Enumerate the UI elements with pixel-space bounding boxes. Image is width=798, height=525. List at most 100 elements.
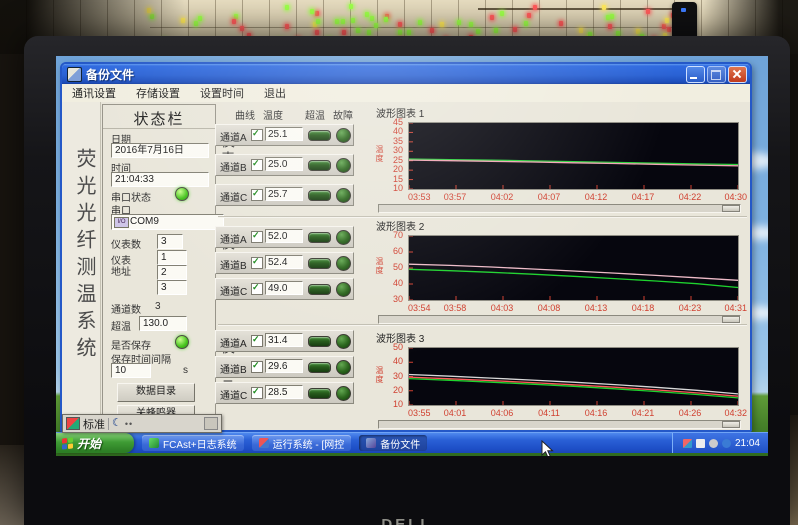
chart-scrollbar[interactable]: [378, 204, 741, 213]
tray-icon-3[interactable]: [709, 439, 718, 448]
start-button[interactable]: 开始: [56, 433, 134, 453]
serial-port-value: COM9: [130, 216, 159, 227]
language-toolbar[interactable]: 标准 ☾ ••: [62, 414, 222, 433]
panel-indicator-led: [285, 24, 289, 29]
channel-count-value: 3: [155, 301, 161, 312]
task-button-fcast[interactable]: FCAst+日志系统: [142, 435, 244, 451]
panel-indicator-led: [398, 30, 402, 35]
panel-indicator-led: [602, 5, 606, 10]
overtemp-led: [308, 336, 331, 347]
maximize-button[interactable]: [707, 66, 726, 83]
channel-row: 通道C 25.7: [215, 184, 354, 206]
channel-row: 通道B 25.0: [215, 154, 354, 176]
title-bar[interactable]: 备份文件: [62, 64, 750, 84]
scrollbar-knob[interactable]: [722, 205, 740, 212]
curve-checkbox[interactable]: [251, 335, 263, 347]
temperature-value: 31.4: [265, 333, 303, 347]
curve-checkbox[interactable]: [251, 361, 263, 373]
panel-indicator-led: [356, 28, 360, 33]
tray-icon-4[interactable]: [722, 439, 731, 448]
panel-indicator-led: [500, 11, 504, 16]
overtemp-value[interactable]: 130.0: [139, 316, 187, 331]
meter-count-value[interactable]: 3: [157, 234, 183, 249]
panel-indicator-led: [316, 19, 320, 24]
status-panel-title: 状态栏: [103, 108, 215, 129]
group-separator: [218, 324, 747, 325]
tray-clock[interactable]: 21:04: [735, 438, 760, 449]
menu-item-comm-settings[interactable]: 通讯设置: [62, 83, 126, 103]
serial-status-led: [175, 187, 189, 201]
panel-indicator-led: [370, 16, 374, 21]
panel-indicator-led: [384, 17, 388, 22]
scrollbar-knob[interactable]: [722, 421, 740, 428]
overtemp-led: [308, 258, 331, 269]
scrollbar-knob[interactable]: [722, 316, 740, 323]
fault-led: [336, 158, 351, 173]
ime-mode-label[interactable]: 标准: [83, 416, 105, 432]
save-label: 是否保存: [111, 337, 151, 352]
divider: [108, 418, 109, 430]
panel-indicator-led: [579, 28, 583, 33]
plot-area: [408, 122, 739, 190]
panel-indicator-led: [367, 30, 371, 35]
meter-addr-2[interactable]: 2: [157, 265, 187, 280]
chart-scrollbar[interactable]: [378, 315, 741, 324]
more-dots-icon[interactable]: ••: [125, 419, 133, 429]
panel-indicator-led: [349, 4, 353, 9]
menu-item-storage-settings[interactable]: 存储设置: [126, 83, 190, 103]
close-button[interactable]: [728, 66, 747, 83]
curve-checkbox[interactable]: [251, 257, 263, 269]
app-icon: [67, 67, 82, 82]
app-icon: [366, 438, 376, 448]
serial-port-combo[interactable]: I/O COM9: [111, 214, 224, 230]
overtemp-led: [308, 190, 331, 201]
curve-checkbox[interactable]: [251, 231, 263, 243]
moon-icon[interactable]: ☾: [112, 418, 122, 429]
plot-area: [408, 347, 739, 406]
panel-indicator-led: [315, 30, 319, 35]
channel-count-label: 通道数: [111, 301, 141, 316]
tray-icon-1[interactable]: [683, 439, 692, 448]
task-button-backup[interactable]: 备份文件: [359, 435, 427, 451]
status-panel: 状态栏 日期 2016年7月16日 时间 21:04:33 串口状态 串口 I/…: [102, 104, 216, 428]
tray-icon-2[interactable]: [696, 439, 705, 448]
save-interval-value[interactable]: 10: [111, 363, 151, 378]
curve-checkbox[interactable]: [251, 387, 263, 399]
toolbar-options-icon[interactable]: [204, 417, 218, 430]
panel-indicator-led: [490, 15, 494, 20]
chart-scrollbar[interactable]: [378, 420, 741, 429]
meter-count-label: 仪表数: [111, 236, 141, 251]
panel-indicator-led: [606, 15, 610, 20]
start-label: 开始: [77, 435, 101, 452]
task-button-run-system[interactable]: 运行系统 - [网控: [252, 435, 352, 451]
temperature-value: 52.0: [265, 229, 303, 243]
overtemp-led: [308, 160, 331, 171]
temperature-value: 25.7: [265, 187, 303, 201]
curve-checkbox[interactable]: [251, 159, 263, 171]
channel-label: 通道A: [220, 129, 247, 144]
panel-indicator-led: [407, 30, 411, 35]
mouse-cursor: [541, 440, 554, 456]
panel-indicator-led: [646, 9, 650, 14]
minimize-button[interactable]: [686, 66, 705, 83]
meter-addr-1[interactable]: 1: [157, 250, 187, 265]
curve-checkbox[interactable]: [251, 189, 263, 201]
temperature-value: 29.6: [265, 359, 303, 373]
data-directory-button[interactable]: 数据目录: [117, 383, 195, 402]
channel-label: 通道B: [220, 361, 247, 376]
header-overtemp: 超温: [303, 107, 327, 122]
channel-row: 通道C 49.0: [215, 278, 354, 300]
menu-item-exit[interactable]: 退出: [254, 83, 296, 103]
io-connector-icon: I/O: [114, 217, 129, 228]
client-area: 荧光光纤测温系统 状态栏 日期 2016年7月16日 时间 21:04:33 串…: [62, 102, 750, 430]
meter-addr-3[interactable]: 3: [157, 280, 187, 295]
ime-icon[interactable]: [66, 417, 80, 430]
overtemp-led: [308, 130, 331, 141]
fault-led: [336, 256, 351, 271]
task-label: FCAst+日志系统: [163, 436, 237, 451]
curve-checkbox[interactable]: [251, 129, 263, 141]
menu-item-set-time[interactable]: 设置时间: [190, 83, 254, 103]
y-axis-ticks: 4540353025201510: [377, 122, 405, 188]
header-temperature: 温度: [261, 107, 285, 122]
curve-checkbox[interactable]: [251, 283, 263, 295]
